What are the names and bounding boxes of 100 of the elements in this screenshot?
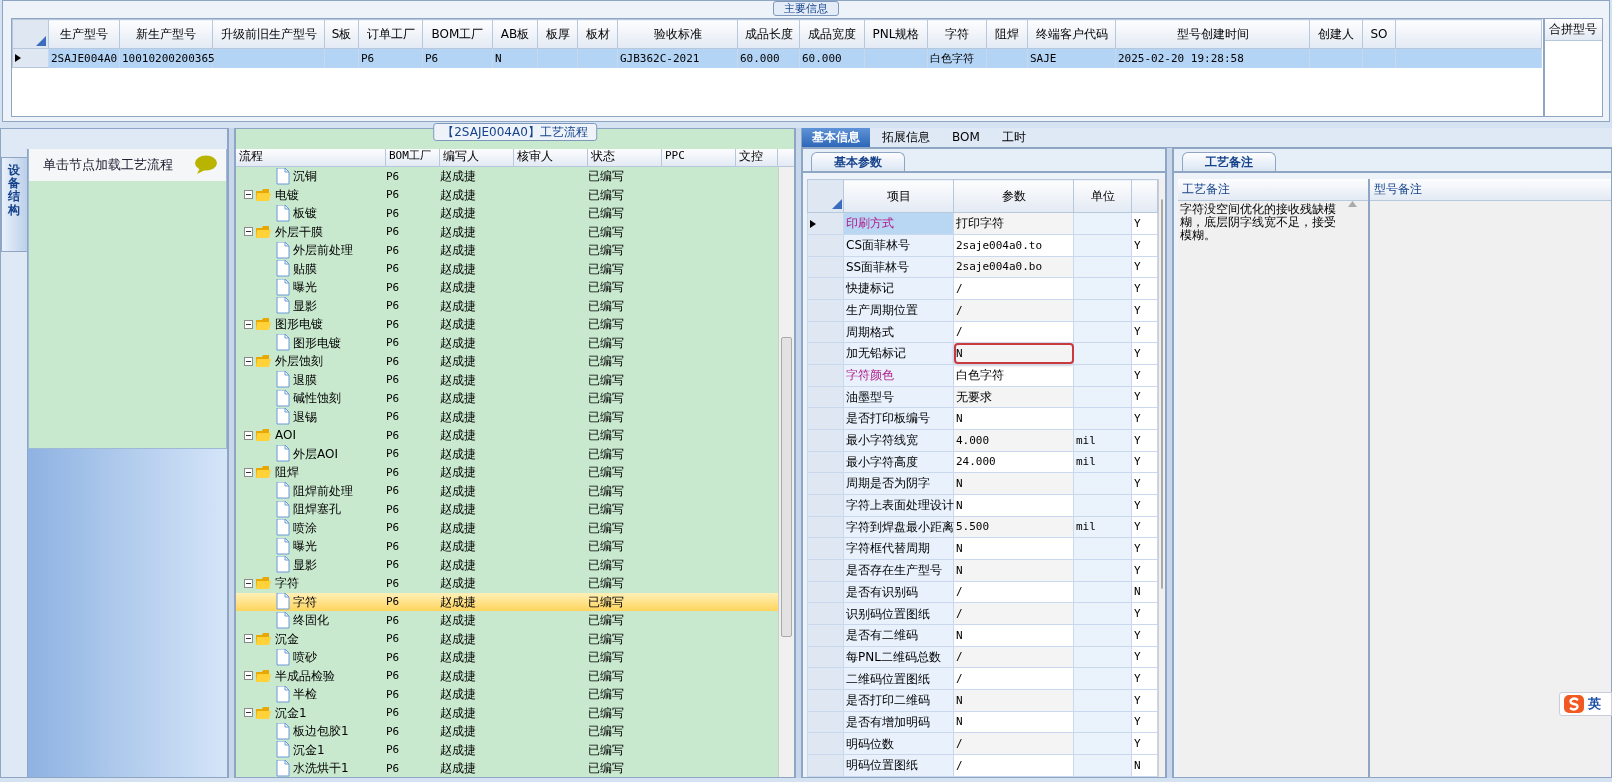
tree-row[interactable]: 外层AOI P6 赵成捷 已编写 [236,444,778,463]
row-header[interactable] [807,212,844,235]
column-header[interactable]: 状态 [588,149,662,166]
tree-row[interactable]: 外层干膜 P6 赵成捷 已编写 [236,222,778,241]
table-row[interactable]: 2SAJE004A0 10010200200365 P6 P6 N GJB362C-2021 60.000 60.000 白色字符 SAJE 2025-02-20 19:28:58 [12,48,1542,68]
tree-row[interactable]: 曝光 P6 赵成捷 已编写 [236,537,778,556]
tree-row[interactable]: 板边包胶1 P6 赵成捷 已编写 [236,722,778,741]
tab[interactable]: 工艺备注 [1182,151,1276,171]
tree-row[interactable]: 沉金 P6 赵成捷 已编写 [236,629,778,648]
column-header[interactable]: PNL规格 [864,19,928,49]
tree-row[interactable]: 喷涂 P6 赵成捷 已编写 [236,518,778,537]
column-header[interactable]: 创建人 [1309,19,1363,49]
scrollbar[interactable] [778,167,794,777]
tree-row[interactable]: 阻焊 P6 赵成捷 已编写 [236,463,778,482]
tree-row[interactable]: 终固化 P6 赵成捷 已编写 [236,611,778,630]
column-header[interactable]: PPC [662,149,736,166]
tree-row[interactable]: 退锡 P6 赵成捷 已编写 [236,407,778,426]
tree-row[interactable]: 沉铜 P6 赵成捷 已编写 [236,167,778,186]
column-header[interactable]: 参数 [953,179,1074,213]
table-cell-text: P6 [386,336,401,350]
column-header[interactable]: 文控 [736,149,778,166]
collapse-toggle-icon[interactable] [244,190,253,200]
column-header[interactable]: 验收标准 [617,19,738,49]
column-header[interactable]: 阻焊 [986,19,1028,49]
column-header[interactable]: 终端客户代码 [1027,19,1116,49]
table-cell-text: P6 [386,410,401,424]
tab[interactable]: BOM [942,128,990,147]
collapse-toggle-icon[interactable] [244,356,253,366]
tree-row[interactable]: 板镀 P6 赵成捷 已编写 [236,204,778,223]
column-header[interactable]: S板 [324,19,359,49]
column-header[interactable]: SO [1362,19,1396,49]
column-header[interactable]: 单位 [1073,179,1132,213]
collapse-toggle-icon[interactable] [244,578,253,588]
column-header[interactable]: 编写人 [440,149,514,166]
collapse-toggle-icon[interactable] [244,227,253,237]
table-cell-text: 已编写 [588,742,625,757]
tree-row[interactable]: 显影 P6 赵成捷 已编写 [236,555,778,574]
tree-row[interactable]: 曝光 P6 赵成捷 已编写 [236,278,778,297]
ime-indicator[interactable]: 英 [1559,692,1612,716]
column-header[interactable]: 新生产型号 [119,19,213,49]
collapse-toggle-icon[interactable] [244,634,253,644]
tree-row[interactable]: 沉金1 P6 赵成捷 已编写 [236,740,778,759]
column-header[interactable]: 型号创建时间 [1115,19,1310,49]
collapse-toggle-icon[interactable] [244,467,253,477]
table-cell-text: 赵成捷 [440,169,477,184]
column-header[interactable]: 生产型号 [48,19,120,49]
splitter-handle[interactable] [1166,148,1173,778]
column-header[interactable]: AB板 [492,19,538,49]
tab[interactable]: 工时 [991,128,1036,147]
tree-row[interactable]: 外层前处理 P6 赵成捷 已编写 [236,241,778,260]
collapse-toggle-icon[interactable] [244,430,253,440]
collapse-toggle-icon[interactable] [244,319,253,329]
table-cell-text: 赵成捷 [440,409,477,424]
tree-row[interactable]: 半成品检验 P6 赵成捷 已编写 [236,666,778,685]
tree-row[interactable]: 阻焊前处理 P6 赵成捷 已编写 [236,481,778,500]
tree-row[interactable]: 贴膜 P6 赵成捷 已编写 [236,259,778,278]
tree-row[interactable]: 水洗烘干1 P6 赵成捷 已编写 [236,759,778,777]
scroll-thumb[interactable] [781,337,792,637]
tab[interactable]: 基本参数 [811,151,905,171]
tree-row[interactable]: 电镀 P6 赵成捷 已编写 [236,185,778,204]
tree-row[interactable]: 图形电镀 P6 赵成捷 已编写 [236,315,778,334]
tree-row[interactable]: 退膜 P6 赵成捷 已编写 [236,370,778,389]
table-cell-text: 赵成捷 [440,317,477,332]
column-header[interactable]: 流程 [236,149,386,166]
column-header[interactable]: BOM工厂 [386,149,440,166]
tree-row[interactable]: 沉金1 P6 赵成捷 已编写 [236,703,778,722]
column-header[interactable]: 成品长度 [737,19,800,49]
scrollbar[interactable] [1158,179,1165,777]
column-header[interactable]: BOM工厂 [422,19,493,49]
tree-row[interactable]: 外层蚀刻 P6 赵成捷 已编写 [236,352,778,371]
tree-row[interactable]: AOI P6 赵成捷 已编写 [236,426,778,445]
scroll-thumb[interactable] [1161,199,1163,589]
tree-row[interactable]: 碱性蚀刻 P6 赵成捷 已编写 [236,389,778,408]
collapse-toggle-icon[interactable] [244,671,253,681]
tree-row[interactable]: 半检 P6 赵成捷 已编写 [236,685,778,704]
column-header[interactable]: 项目 [843,179,954,213]
column-header[interactable]: 升级前旧生产型号 [212,19,325,49]
tree-row[interactable]: 字符 P6 赵成捷 已编写 [236,592,778,611]
tree-row[interactable]: 显影 P6 赵成捷 已编写 [236,296,778,315]
tree-row[interactable]: 字符 P6 赵成捷 已编写 [236,574,778,593]
tab[interactable]: 拓展信息 [872,128,940,147]
splitter-handle[interactable] [795,128,802,778]
column-header[interactable]: 字符 [927,19,987,49]
collapse-toggle-icon[interactable] [244,708,253,718]
column-header[interactable]: 板材 [577,19,618,49]
column-header[interactable]: 成品宽度 [799,19,865,49]
tree-row[interactable]: 喷砂 P6 赵成捷 已编写 [236,648,778,667]
splitter-handle[interactable] [228,128,235,778]
column-header[interactable]: 订单工厂 [358,19,423,49]
document-icon [276,204,290,222]
vertical-tab[interactable]: 设备结构 [1,157,27,252]
column-header[interactable]: 板厚 [537,19,578,49]
document-icon [276,556,290,574]
tree-row[interactable]: 阻焊塞孔 P6 赵成捷 已编写 [236,500,778,519]
column-header[interactable]: 核审人 [514,149,588,166]
table-cell: Y [1131,711,1158,733]
table-cell-text: 已编写 [588,631,625,646]
tab[interactable]: 基本信息 [802,128,870,147]
tree-row[interactable]: 图形电镀 P6 赵成捷 已编写 [236,333,778,352]
table-cell: Y [1131,234,1158,257]
